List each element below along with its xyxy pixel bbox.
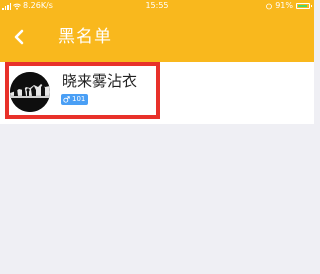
avatar-image: [10, 72, 50, 112]
chevron-left-icon: [14, 29, 24, 45]
back-button[interactable]: [4, 22, 34, 52]
battery-fill: [298, 5, 308, 7]
status-bar: 8.26K/s 15:55 91%: [0, 0, 314, 14]
status-right: 91%: [266, 1, 312, 11]
avatar[interactable]: [10, 72, 50, 112]
blacklist-list: 晓来雾沾衣 101: [0, 62, 314, 124]
male-icon: [63, 96, 70, 103]
page-title: 黑名单: [58, 27, 112, 47]
badge-text: 101: [72, 95, 86, 103]
battery-icon: [296, 3, 312, 9]
alarm-icon: [266, 3, 273, 10]
blacklist-item[interactable]: 晓来雾沾衣 101: [0, 62, 314, 124]
user-name: 晓来雾沾衣: [62, 72, 138, 90]
gender-badge: 101: [61, 94, 89, 105]
nav-bar: 黑名单: [0, 14, 314, 62]
battery-percent: 91%: [275, 1, 293, 10]
